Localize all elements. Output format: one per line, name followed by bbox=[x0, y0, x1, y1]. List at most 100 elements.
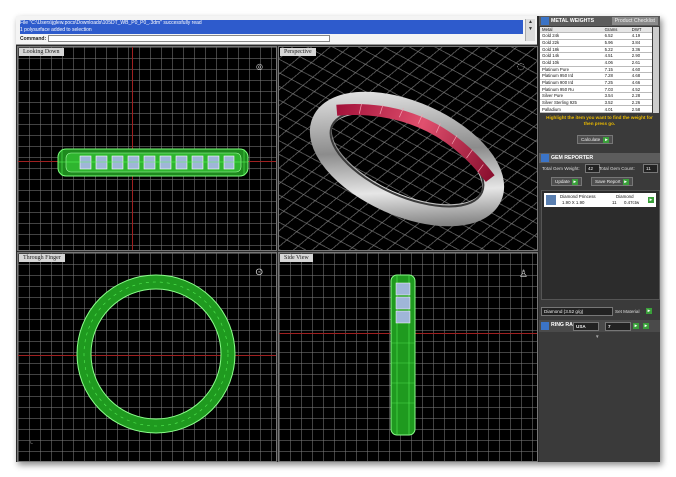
gem-name: Diamond Princess bbox=[560, 194, 596, 199]
svg-text:⊙: ⊙ bbox=[255, 267, 263, 278]
table-cell: 2.61 bbox=[629, 59, 652, 67]
table-row[interactable]: Platinum 900 Ird 7.25 4.66 bbox=[540, 79, 652, 87]
metal-weights-icon bbox=[541, 17, 549, 25]
table-cell: 2.90 bbox=[629, 52, 652, 60]
ring-rail-go-icon[interactable]: ► bbox=[633, 323, 639, 329]
save-report-button[interactable]: Save Report ► bbox=[591, 177, 633, 186]
table-row[interactable]: Gold 10k 4.06 2.61 bbox=[540, 59, 652, 67]
go-arrow-icon[interactable]: ► bbox=[622, 178, 629, 185]
table-cell: 7.15 bbox=[602, 66, 630, 74]
table-row[interactable]: Silver Sterling 925 3.52 2.26 bbox=[540, 99, 652, 107]
scroll-down-icon[interactable]: ▼ bbox=[526, 26, 535, 33]
metal-weights-title: METAL WEIGHTS bbox=[551, 18, 595, 24]
set-material-label: Set Material bbox=[615, 309, 640, 314]
gem-reporter-title: GEM REPORTER bbox=[551, 155, 594, 161]
product-checklist-tab[interactable]: Product Checklist bbox=[611, 17, 658, 25]
table-cell: 3.36 bbox=[629, 46, 652, 54]
ring-render-perspective: ◌ bbox=[309, 62, 525, 227]
viewport-title: Looking Down bbox=[19, 48, 64, 56]
ring-rail-go-icon[interactable]: ► bbox=[643, 323, 649, 329]
table-cell: 5.96 bbox=[602, 39, 630, 47]
go-arrow-icon[interactable]: ► bbox=[603, 136, 610, 143]
table-row[interactable]: Gold 18k 5.22 3.36 bbox=[540, 46, 652, 54]
viewport-title: Through Finger bbox=[19, 254, 65, 262]
svg-text:⌞: ⌞ bbox=[30, 437, 33, 445]
gem-weight: 0.47ctw bbox=[624, 200, 640, 205]
metal-weights-hint: Highlight the item you want to find the … bbox=[546, 115, 653, 126]
metal-table-scrollbar[interactable] bbox=[653, 27, 659, 113]
table-row[interactable]: Platinum Pure 7.15 4.60 bbox=[540, 66, 652, 74]
command-prompt-label: Command: bbox=[20, 35, 47, 42]
update-label: Update bbox=[555, 179, 570, 184]
ring-size-select[interactable]: 7 bbox=[605, 322, 631, 331]
gem-list[interactable]: Diamond Princess 1.90 X 1.90 Diamond 11 … bbox=[541, 190, 660, 300]
gem-reporter-header[interactable]: GEM REPORTER bbox=[539, 153, 660, 163]
table-cell: Platinum 950 Ru bbox=[540, 85, 603, 94]
viewport-through-finger[interactable]: ⊙ ⌞ Through Finger bbox=[17, 252, 277, 462]
table-cell: 4.51 bbox=[602, 52, 630, 60]
metal-weights-header[interactable]: METAL WEIGHTS Product Checklist bbox=[539, 16, 660, 26]
table-cell: 3.52 bbox=[602, 99, 630, 107]
update-button[interactable]: Update ► bbox=[551, 177, 582, 186]
table-cell: Platinum 900 Ird bbox=[540, 79, 603, 87]
table-cell: 4.52 bbox=[629, 85, 652, 94]
ring-wireframe-top: ◎ bbox=[57, 62, 263, 177]
table-cell: Platinum Pure bbox=[540, 66, 603, 74]
viewport-perspective[interactable]: ◌ Perspective bbox=[278, 46, 538, 251]
svg-text:◌: ◌ bbox=[517, 62, 525, 72]
country-select[interactable]: USA bbox=[573, 322, 599, 331]
viewport-side-view[interactable]: ♙ Side View bbox=[278, 252, 538, 462]
table-row[interactable]: Gold 22k 5.96 3.84 bbox=[540, 39, 652, 47]
gem-thumbnail bbox=[546, 195, 556, 205]
metal-weights-table[interactable]: Metal Grams DWT Gold 24k 6.52 4.19 Gold 22k… bbox=[540, 27, 652, 113]
calculate-button[interactable]: Calculate ► bbox=[577, 135, 614, 144]
calculate-label: Calculate bbox=[581, 137, 601, 142]
gem-list-item[interactable]: Diamond Princess 1.90 X 1.90 Diamond 11 … bbox=[544, 193, 656, 207]
collapse-arrow-icon[interactable]: ▼ bbox=[595, 334, 600, 339]
command-prompt[interactable]: Command: bbox=[20, 35, 523, 42]
table-row[interactable]: Palladium 4.01 2.58 bbox=[540, 105, 652, 113]
gem-size: 1.90 X 1.90 bbox=[562, 200, 585, 205]
ring-rail-bar: RING RAIL USA 7 ► ► bbox=[539, 320, 660, 332]
table-row[interactable]: Platinum 950 Ird 7.28 4.68 bbox=[540, 72, 652, 80]
command-area: File "C:\Users\jglew.pocs\Downloads\105D… bbox=[16, 16, 537, 45]
command-history-line: 1 polysurface added to selection bbox=[20, 27, 523, 34]
table-cell: 2.26 bbox=[629, 99, 652, 107]
table-cell: 5.22 bbox=[602, 46, 630, 54]
save-report-label: Save Report bbox=[595, 179, 621, 184]
table-cell: 4.60 bbox=[629, 66, 652, 74]
table-cell: Platinum 950 Ird bbox=[540, 72, 603, 80]
table-cell: Gold 22k bbox=[540, 39, 603, 47]
svg-text:♙: ♙ bbox=[519, 269, 528, 280]
ring-wireframe-side: ♙ bbox=[390, 269, 528, 436]
table-row[interactable]: Gold 14k 4.51 2.90 bbox=[540, 52, 652, 60]
total-gem-count-label: Total Gem Count: bbox=[599, 166, 635, 171]
command-input[interactable] bbox=[47, 35, 330, 42]
svg-text:◎: ◎ bbox=[256, 62, 263, 71]
table-cell: Silver Pure bbox=[540, 92, 603, 100]
table-row[interactable]: Gold 24k 6.52 4.19 bbox=[540, 32, 652, 40]
total-gem-count-value: 11 bbox=[643, 164, 658, 173]
go-arrow-icon[interactable]: ► bbox=[571, 178, 578, 185]
total-gem-weight-value: 42 bbox=[585, 164, 600, 173]
total-gem-weight-label: Total Gem Weight: bbox=[542, 166, 580, 171]
go-arrow-icon[interactable]: ► bbox=[648, 197, 654, 203]
material-select[interactable]: Diamond (3.52 g/g) bbox=[541, 307, 613, 316]
ring-rail-icon bbox=[541, 322, 549, 330]
table-cell: Silver Sterling 925 bbox=[540, 99, 603, 107]
table-row[interactable]: Platinum 950 Ru 7.03 4.52 bbox=[540, 85, 652, 94]
table-cell: 4.68 bbox=[629, 72, 652, 80]
gem-reporter-icon bbox=[541, 154, 549, 162]
gem-type: Diamond bbox=[616, 194, 634, 199]
command-scrollbar[interactable]: ▲ ▼ bbox=[525, 19, 535, 41]
table-cell: 4.06 bbox=[602, 59, 630, 67]
table-cell: 2.58 bbox=[629, 105, 652, 113]
viewport-looking-down[interactable]: ◎ Looking Down bbox=[17, 46, 277, 251]
command-history-line: File "C:\Users\jglew.pocs\Downloads\105D… bbox=[20, 20, 523, 27]
set-material-go-icon[interactable]: ► bbox=[646, 308, 652, 314]
table-row[interactable]: Silver Pure 3.54 2.28 bbox=[540, 92, 652, 100]
side-panel: METAL WEIGHTS Product Checklist Metal Gr… bbox=[539, 16, 660, 462]
table-cell: 2.28 bbox=[629, 92, 652, 100]
table-cell: 3.54 bbox=[602, 92, 630, 100]
table-cell: 4.66 bbox=[629, 79, 652, 87]
